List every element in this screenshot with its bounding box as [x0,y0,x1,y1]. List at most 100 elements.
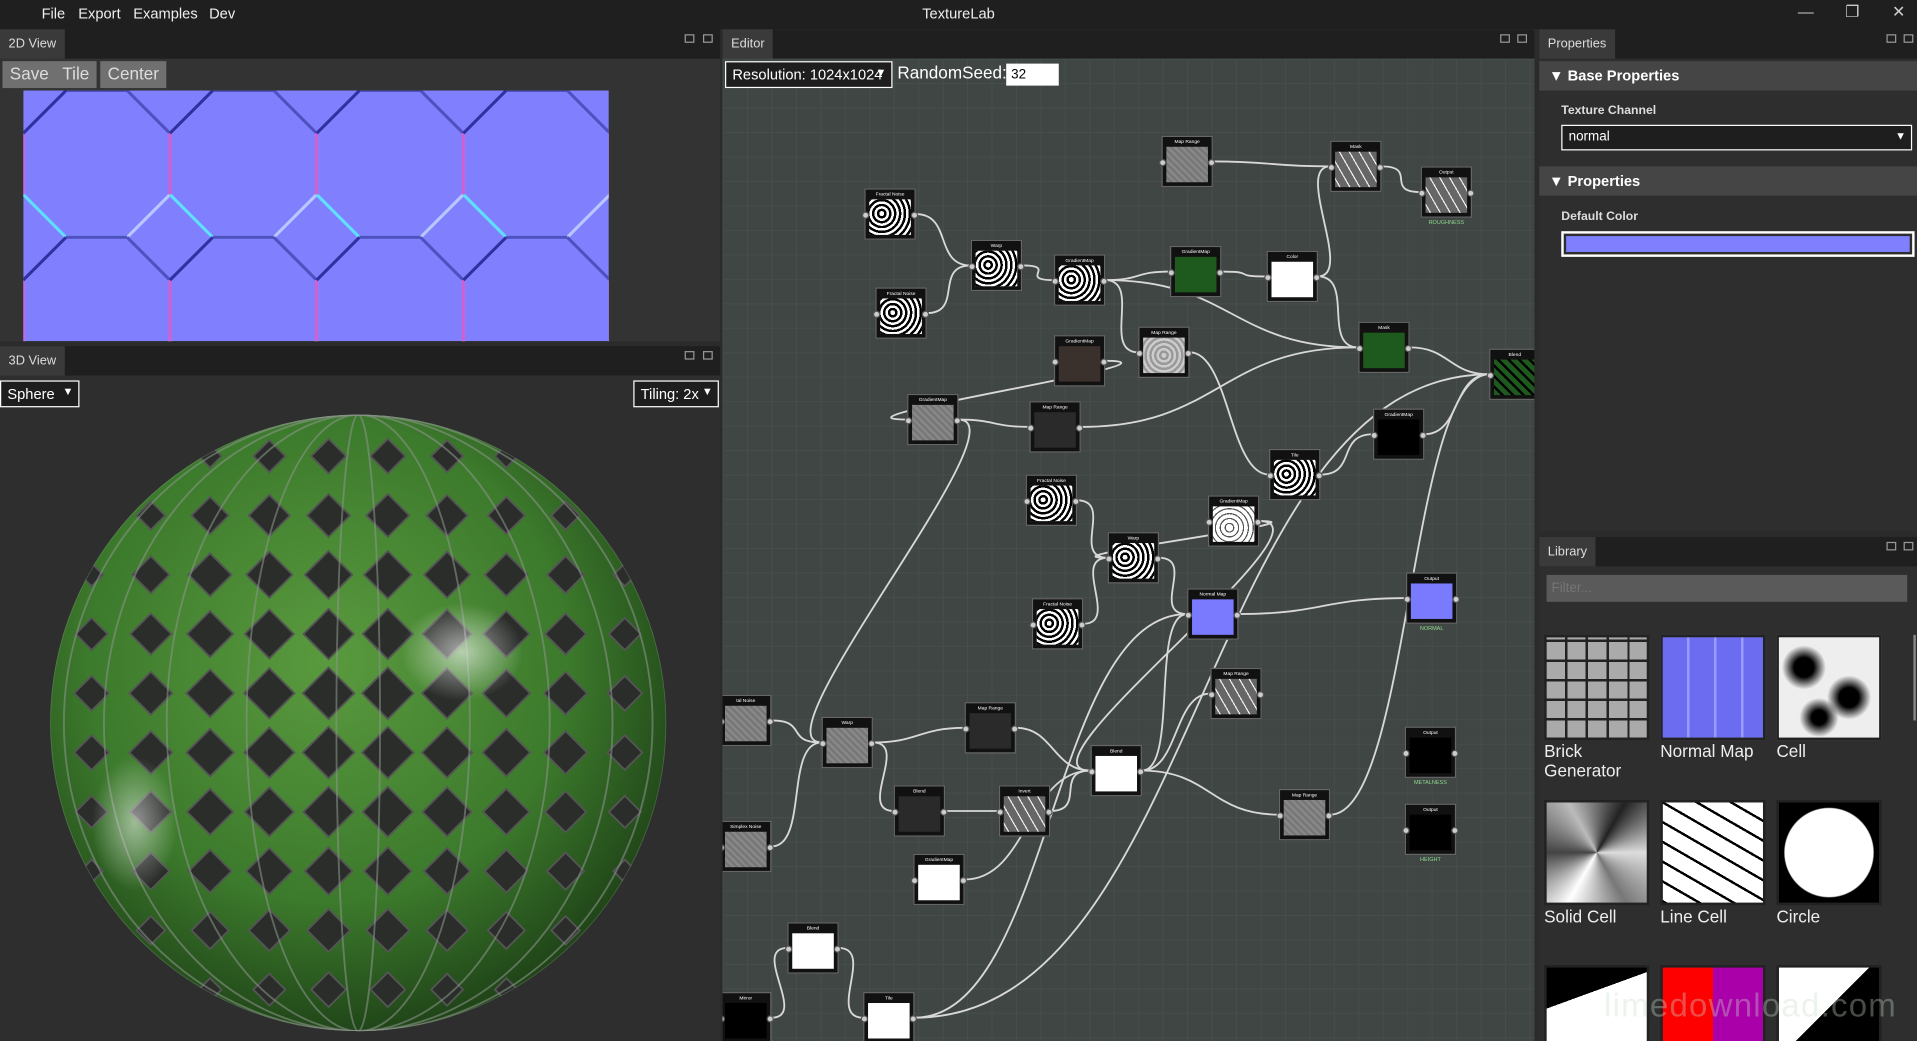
node-output-port[interactable] [910,211,919,219]
node-input-port[interactable] [1135,349,1144,358]
node-input-port[interactable] [962,725,970,733]
tile-button[interactable]: Tile [55,61,97,89]
graph-node-warp[interactable]: Warp [819,716,876,769]
graph-node-blend[interactable]: Blend [1486,348,1535,400]
graph-node-fractal-noise[interactable]: Fractal Noise [861,188,919,240]
graph-node-output[interactable]: Output [1403,572,1460,624]
graph-node-mask[interactable]: Mask [1355,321,1413,374]
library-filter-input[interactable] [1546,574,1908,602]
graph-node-output[interactable]: Output [1418,166,1475,218]
graph-node-map-range[interactable]: Map Range [1207,667,1265,720]
graph-node-mirror[interactable]: Mirror [722,992,774,1041]
close-icon[interactable]: ✕ [1886,2,1910,22]
node-input-port[interactable] [1023,497,1031,506]
node-input-port[interactable] [1402,749,1410,758]
graph-node-gradientmap[interactable]: GradientMap [910,853,968,906]
library-item[interactable]: Normal Map [1660,634,1766,761]
node-input-port[interactable] [1205,518,1213,526]
node-output-port[interactable] [1315,472,1323,480]
node-output-port[interactable] [1137,768,1145,776]
graph-node-gradientmap[interactable]: GradientMap [904,393,961,446]
tab-properties[interactable]: Properties [1539,29,1615,59]
node-input-port[interactable] [861,211,870,219]
node-input-port[interactable] [968,262,976,271]
node-input-port[interactable] [1327,163,1336,172]
graph-node-map-range[interactable]: Map Range [1159,135,1216,188]
node-output-port[interactable] [953,417,961,425]
node-input-port[interactable] [1026,424,1035,432]
resolution-select[interactable]: Resolution: 1024x1024 ▼ [725,61,893,89]
tab-2d-view[interactable]: 2D View [0,29,65,59]
node-output-port[interactable] [1017,262,1025,271]
node-output-port[interactable] [921,310,930,319]
tab-editor[interactable]: Editor [722,29,774,59]
graph-node-mask[interactable]: Mask [1327,140,1384,193]
graph-node-gradientmap[interactable]: GradientMap [1167,245,1224,298]
node-input-port[interactable] [1402,826,1410,835]
node-input-port[interactable] [1159,159,1167,167]
library-scrollbar[interactable] [1913,634,1916,721]
texture-preview[interactable] [23,90,609,342]
maximize-panel-icon[interactable] [1903,541,1914,551]
node-input-port[interactable] [904,417,913,425]
minimize-icon[interactable]: — [1794,2,1818,20]
library-item[interactable]: Circle [1776,799,1882,926]
node-input-port[interactable] [1029,621,1037,629]
float-icon[interactable] [684,351,695,360]
random-seed-input[interactable] [1006,63,1059,86]
node-output-port[interactable] [1075,424,1084,432]
graph-node-blend[interactable]: Blend [891,785,948,837]
node-output-port[interactable] [1325,812,1333,820]
shape-select[interactable]: Sphere ▼ [0,380,80,408]
maximize-panel-icon[interactable] [1517,34,1528,43]
node-output-port[interactable] [1045,808,1053,816]
graph-node-normal-map[interactable]: Normal Map [1184,588,1241,640]
library-item[interactable]: Brick Generator [1544,634,1650,780]
node-input-port[interactable] [1207,691,1216,699]
maximize-panel-icon[interactable] [702,351,713,360]
node-output-port[interactable] [1072,497,1080,506]
node-input-port[interactable] [1276,812,1284,820]
graph-node-gradientmap[interactable]: GradientMap [1051,335,1108,387]
node-output-port[interactable] [1100,277,1108,286]
node-input-port[interactable] [1184,611,1193,619]
graph-node-gradientmap[interactable]: GradientMap [1370,408,1427,460]
node-output-port[interactable] [1184,349,1193,358]
graph-node-tal-noise[interactable]: tal Noise [722,694,774,747]
node-input-port[interactable] [872,310,881,319]
node-output-port[interactable] [833,945,842,953]
graph-node-gradientmap[interactable]: GradientMap [1051,254,1108,306]
node-input-port[interactable] [784,945,793,953]
default-color-swatch[interactable] [1561,231,1915,257]
graph-node-blend[interactable]: Blend [784,922,842,974]
graph-node-output[interactable]: Output [1402,726,1459,778]
tab-library[interactable]: Library [1539,536,1596,567]
node-output-port[interactable] [1419,431,1427,440]
node-output-port[interactable] [1216,269,1224,277]
library-item[interactable]: Solid Cell [1544,799,1650,926]
node-output-port[interactable] [1467,189,1475,197]
graph-node-gradientmap[interactable]: GradientMap [1205,495,1262,547]
float-icon[interactable] [1886,541,1897,551]
graph-node-blend[interactable]: Blend [1088,744,1145,797]
float-icon[interactable] [1886,34,1897,43]
graph-node-color[interactable]: Color [1264,250,1321,303]
tab-3d-view[interactable]: 3D View [0,346,65,376]
graph-node-tile[interactable]: Tile [1266,448,1323,501]
float-icon[interactable] [684,34,695,43]
center-button[interactable]: Center [100,61,167,89]
graph-node-simplex-noise[interactable]: Simplex Noise [722,820,774,873]
graph-node-fractal-noise[interactable]: Fractal Noise [872,287,930,339]
node-output-port[interactable] [766,1015,774,1023]
node-output-port[interactable] [1376,163,1384,172]
node-input-port[interactable] [1486,371,1495,380]
node-output-port[interactable] [1452,595,1460,604]
graph-node-map-range[interactable]: Map Range [1276,788,1333,841]
node-input-port[interactable] [1355,344,1364,353]
node-output-port[interactable] [959,877,968,885]
save-button[interactable]: Save [2,61,57,89]
node-output-port[interactable] [1451,826,1459,835]
node-output-port[interactable] [1256,691,1265,699]
node-input-port[interactable] [891,808,899,816]
node-input-port[interactable] [1167,269,1175,277]
